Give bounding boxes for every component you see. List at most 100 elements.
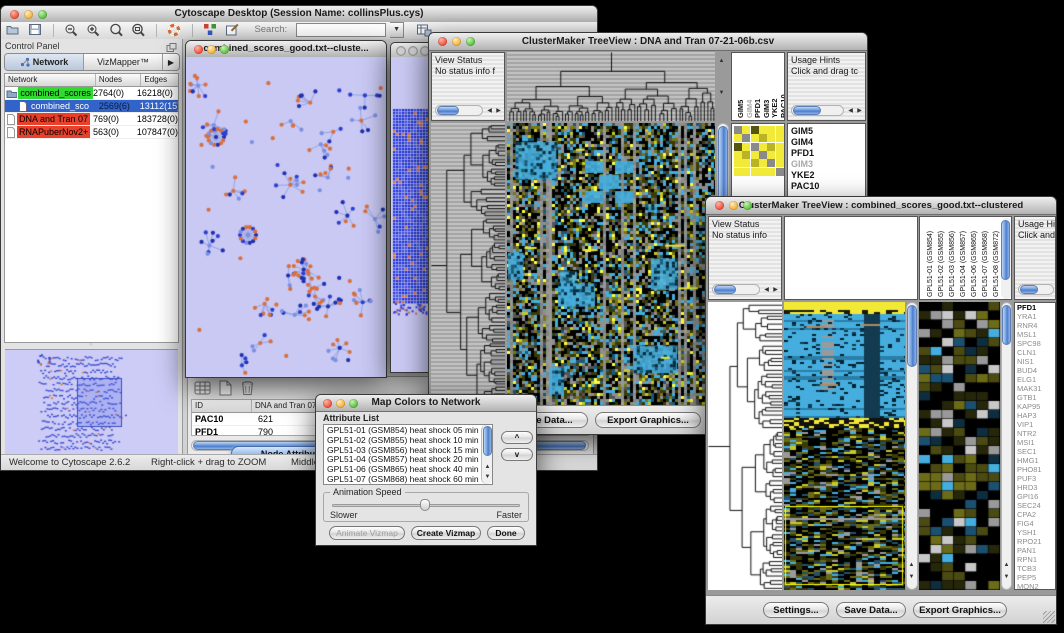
row-label[interactable]: PAC10 [788,181,865,192]
attribute-listbox[interactable]: GPL51-01 (GSM854) heat shock 05 min GPL5… [323,424,493,485]
gene-label[interactable]: BUD4 [1015,366,1055,375]
zoom-fit-icon[interactable] [130,23,148,38]
row-label[interactable]: YKE2 [788,170,865,181]
matrix-cell[interactable] [742,126,750,134]
open-file-icon[interactable] [4,23,22,38]
save-icon[interactable] [26,23,44,38]
gene-label[interactable]: MAK31 [1015,384,1055,393]
matrix-cell[interactable] [751,126,759,134]
column-dendrogram[interactable] [507,52,715,121]
move-down-button[interactable]: v [501,448,533,461]
matrix-cell[interactable] [759,143,767,151]
zoom-button[interactable] [38,10,47,19]
help-lifesaver-icon[interactable] [166,23,184,38]
tab-overflow-button[interactable]: ▶ [163,54,179,70]
attribute-item[interactable]: GPL51-02 (GSM855) heat shock 10 min [324,436,492,446]
gene-label[interactable]: ELG1 [1015,375,1055,384]
network-canvas[interactable] [186,57,386,377]
row-label[interactable]: PFD1 [788,148,865,159]
attribute-item[interactable]: GPL51-01 (GSM854) heat shock 05 min [324,425,492,436]
scroll-right-button[interactable]: ▶ [494,107,503,115]
heatmap-global[interactable] [784,302,905,590]
attribute-item[interactable]: GPL51-03 (GSM856) heat shock 15 min [324,446,492,456]
matrix-cell[interactable] [776,168,784,176]
minimize-button[interactable] [336,399,345,408]
matrix-cell[interactable] [767,143,775,151]
matrix-cell[interactable] [767,168,775,176]
matrix-cell[interactable] [759,126,767,134]
list-vscrollbar[interactable]: ▲ ▼ [481,425,492,484]
scroll-down-button[interactable]: ▼ [483,473,492,481]
trash-icon[interactable] [238,380,256,395]
zoom-selected-icon[interactable] [107,23,125,38]
matrix-cell[interactable] [742,143,750,151]
scroll-up-button[interactable]: ▲ [1002,561,1011,569]
matrix-cell[interactable] [776,126,784,134]
move-up-button[interactable]: ^ [501,431,533,444]
close-button[interactable] [438,37,447,46]
gene-label[interactable]: YRA1 [1015,312,1055,321]
minimize-button[interactable] [408,46,418,56]
done-button[interactable]: Done [487,526,525,540]
table-grid-icon[interactable] [193,380,211,395]
matrix-cell[interactable] [742,168,750,176]
gene-label[interactable]: RPO21 [1015,537,1055,546]
row-label[interactable]: GIM4 [788,137,865,148]
scroll-down-button[interactable]: ▼ [717,89,726,97]
scroll-down-button[interactable]: ▼ [907,573,916,581]
scroll-left-button[interactable]: ◀ [485,107,494,115]
matrix-cell[interactable] [734,159,742,167]
gene-label[interactable]: FIG4 [1015,519,1055,528]
heatmap-detail[interactable] [919,302,1000,590]
main-titlebar[interactable]: Cytoscape Desktop (Session Name: collins… [1,6,597,23]
row-dendrogram[interactable] [431,123,505,407]
matrix-cell[interactable] [759,168,767,176]
gene-label[interactable]: SEC24 [1015,501,1055,510]
scroll-up-button[interactable]: ▲ [483,463,492,471]
gene-label[interactable]: HAP3 [1015,411,1055,420]
gene-label[interactable]: NTR2 [1015,429,1055,438]
gene-label[interactable]: PUF3 [1015,474,1055,483]
gene-label[interactable]: PAN1 [1015,546,1055,555]
view-status-hscrollbar[interactable] [435,105,483,116]
matrix-cell[interactable] [734,143,742,151]
tab-vizmapper[interactable]: VizMapper™ [84,54,163,70]
matrix-cell[interactable] [751,134,759,142]
minimize-button[interactable] [729,201,738,210]
matrix-cell[interactable] [776,134,784,142]
zoom-button[interactable] [466,37,475,46]
tab-network[interactable]: Network [5,54,84,70]
matrix-cell[interactable] [776,151,784,159]
new-page-icon[interactable] [216,380,234,395]
row-label[interactable]: GIM5 [788,124,865,137]
matrix-cell[interactable] [767,126,775,134]
matrix-cell[interactable] [742,134,750,142]
gene-label[interactable]: CPA2 [1015,510,1055,519]
gene-label[interactable]: SEC1 [1015,447,1055,456]
matrix-cell[interactable] [742,159,750,167]
close-button[interactable] [715,201,724,210]
gene-label[interactable]: PHO81 [1015,465,1055,474]
gene-label[interactable]: HMG1 [1015,456,1055,465]
search-input[interactable] [296,23,386,37]
detail-vscrollbar[interactable]: ▲ ▼ [1001,302,1012,590]
gene-label[interactable]: SPC98 [1015,339,1055,348]
gene-label[interactable]: GTB1 [1015,393,1055,402]
scroll-down-button[interactable]: ▼ [1002,573,1011,581]
gene-label[interactable]: NIS1 [1015,357,1055,366]
settings-button[interactable]: Settings... [763,602,829,618]
export-graphics-button[interactable]: Export Graphics... [913,602,1007,618]
scroll-right-button[interactable]: ▶ [771,286,780,294]
scroll-up-button[interactable]: ▲ [907,561,916,569]
splitter-grip[interactable]: ⁘ [85,344,97,348]
network-row[interactable]: RNAPuberNov2+ 563(0) 107847(0) [5,126,178,139]
usage-hints-hscrollbar[interactable] [1018,284,1054,295]
resize-grip[interactable] [1043,611,1055,623]
scroll-left-button[interactable]: ◀ [846,107,855,115]
attribute-item[interactable]: GPL51-06 (GSM865) heat shock 40 min [324,465,492,475]
row-dendrogram[interactable] [708,302,782,590]
search-dropdown-button[interactable]: ▼ [390,22,404,38]
gene-label[interactable]: YSH1 [1015,528,1055,537]
matrix-cell[interactable] [751,168,759,176]
minimize-button[interactable] [24,10,33,19]
